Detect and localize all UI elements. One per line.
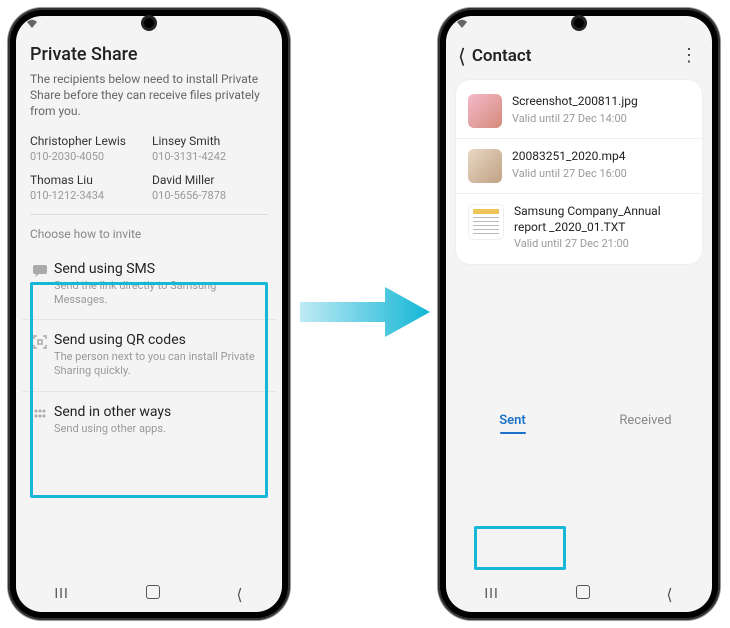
section-header-invite: Choose how to invite bbox=[16, 221, 282, 245]
files-card: Screenshot_200811.jpg Valid until 27 Dec… bbox=[456, 80, 702, 264]
recipient: Thomas Liu 010-1212-3434 bbox=[30, 173, 146, 202]
recipient-phone: 010-5656-7878 bbox=[152, 189, 268, 202]
option-title: Send in other ways bbox=[54, 404, 266, 420]
file-name: Samsung Company_Annual report _2020_01.T… bbox=[514, 204, 690, 235]
nav-bar: III ⟨ bbox=[446, 576, 712, 612]
option-send-other[interactable]: Send in other ways Send using other apps… bbox=[22, 391, 276, 448]
wifi-icon bbox=[26, 19, 38, 32]
nav-bar: III ⟨ bbox=[16, 576, 282, 612]
recipient: Linsey Smith 010-3131-4242 bbox=[152, 134, 268, 163]
recipient: Christopher Lewis 010-2030-4050 bbox=[30, 134, 146, 163]
grid-icon bbox=[32, 404, 54, 426]
flow-arrow-icon bbox=[300, 282, 430, 342]
option-sub: Send the link directly to Samsung Messag… bbox=[54, 279, 266, 308]
file-thumbnail bbox=[468, 94, 502, 128]
file-row[interactable]: 20083251_2020.mp4 Valid until 27 Dec 16:… bbox=[456, 139, 702, 194]
option-title: Send using SMS bbox=[54, 261, 266, 277]
back-icon[interactable]: ⟨ bbox=[456, 44, 472, 68]
file-row[interactable]: Screenshot_200811.jpg Valid until 27 Dec… bbox=[456, 84, 702, 139]
recents-button[interactable]: III bbox=[484, 586, 498, 602]
file-validity: Valid until 27 Dec 16:00 bbox=[512, 167, 627, 180]
camera-cutout bbox=[574, 18, 584, 28]
file-row[interactable]: Samsung Company_Annual report _2020_01.T… bbox=[456, 194, 702, 260]
file-validity: Valid until 27 Dec 21:00 bbox=[514, 237, 690, 250]
highlight-sent-tab bbox=[474, 526, 566, 570]
tabs: Sent Received bbox=[446, 401, 712, 440]
option-send-sms[interactable]: Send using SMS Send the link directly to… bbox=[22, 249, 276, 320]
tab-received[interactable]: Received bbox=[579, 401, 712, 438]
phone-private-share: Private Share The recipients below need … bbox=[8, 8, 290, 620]
recipient-phone: 010-3131-4242 bbox=[152, 150, 268, 163]
recipient-name: Christopher Lewis bbox=[30, 134, 146, 148]
option-send-qr[interactable]: Send using QR codes The person next to y… bbox=[22, 319, 276, 391]
qr-icon bbox=[32, 332, 54, 354]
file-thumbnail bbox=[468, 149, 502, 183]
recents-button[interactable]: III bbox=[54, 586, 68, 602]
back-button[interactable]: ⟨ bbox=[666, 585, 673, 604]
tab-sent[interactable]: Sent bbox=[446, 401, 579, 438]
option-title: Send using QR codes bbox=[54, 332, 266, 348]
option-sub: Send using other apps. bbox=[54, 422, 266, 436]
page-title: Contact bbox=[472, 46, 680, 66]
divider bbox=[30, 214, 268, 215]
page-title: Private Share bbox=[16, 34, 282, 71]
home-button[interactable] bbox=[146, 585, 160, 603]
file-thumbnail bbox=[468, 204, 504, 240]
recipient-phone: 010-1212-3434 bbox=[30, 189, 146, 202]
invite-options: Send using SMS Send the link directly to… bbox=[22, 249, 276, 448]
camera-cutout bbox=[144, 18, 154, 28]
recipient-phone: 010-2030-4050 bbox=[30, 150, 146, 163]
recipient-name: David Miller bbox=[152, 173, 268, 187]
page-subtitle: The recipients below need to install Pri… bbox=[16, 71, 282, 130]
option-sub: The person next to you can install Priva… bbox=[54, 350, 266, 379]
home-button[interactable] bbox=[576, 585, 590, 603]
recipients-grid: Christopher Lewis 010-2030-4050 Linsey S… bbox=[16, 130, 282, 208]
wifi-icon bbox=[456, 19, 468, 32]
back-button[interactable]: ⟨ bbox=[236, 585, 243, 604]
recipient-name: Thomas Liu bbox=[30, 173, 146, 187]
recipient-name: Linsey Smith bbox=[152, 134, 268, 148]
more-icon[interactable]: ⋮ bbox=[680, 51, 702, 62]
phone-contact: ⟨ Contact ⋮ Screenshot_200811.jpg Valid … bbox=[438, 8, 720, 620]
file-validity: Valid until 27 Dec 14:00 bbox=[512, 112, 638, 125]
file-name: Screenshot_200811.jpg bbox=[512, 94, 638, 110]
message-icon bbox=[32, 261, 54, 283]
recipient: David Miller 010-5656-7878 bbox=[152, 173, 268, 202]
file-name: 20083251_2020.mp4 bbox=[512, 149, 627, 165]
